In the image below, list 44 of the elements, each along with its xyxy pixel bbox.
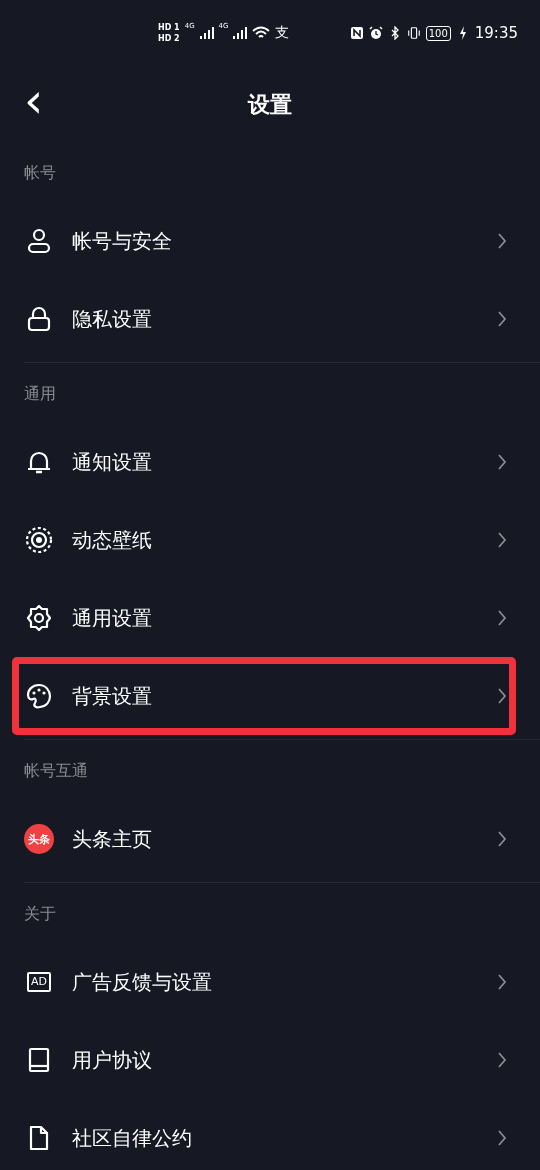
lock-icon — [25, 305, 53, 333]
settings-item[interactable]: AD 广告反馈与设置 — [12, 943, 516, 1021]
chevron-icon — [497, 233, 507, 249]
settings-icon — [25, 604, 53, 632]
vibrate-icon — [406, 26, 421, 40]
chevron-icon — [497, 311, 507, 327]
sim-label: HD 1 — [158, 22, 180, 33]
chevron-icon — [497, 610, 507, 626]
settings-item[interactable]: 头条 头条主页 — [12, 800, 516, 878]
notification-icon: 支 — [275, 24, 290, 42]
settings-item[interactable]: 背景设置 — [12, 657, 516, 735]
chevron-icon — [497, 454, 507, 470]
sim-label: HD 2 — [158, 33, 180, 44]
settings-item[interactable]: 帐号与安全 — [12, 202, 516, 280]
settings-item[interactable]: 动态壁纸 — [12, 501, 516, 579]
app-logo-icon: 头条 — [24, 824, 54, 854]
settings-item[interactable]: 通知设置 — [12, 423, 516, 501]
battery-level: 100 — [425, 25, 451, 41]
page-title: 设置 — [248, 91, 292, 119]
section-label: 通用 — [24, 383, 57, 405]
settings-item[interactable]: 隐私设置 — [12, 280, 516, 358]
section-label: 帐号互通 — [24, 760, 89, 782]
chevron-icon — [497, 974, 507, 990]
wallpaper-icon — [25, 526, 53, 554]
signal-icon — [233, 27, 248, 39]
clock-time: 19:35 — [474, 24, 518, 42]
chevron-icon — [497, 688, 507, 704]
section-label: 关于 — [24, 903, 57, 925]
chevron-icon — [497, 532, 507, 548]
ad-icon: AD — [27, 972, 51, 992]
back-button[interactable]: ‹ — [18, 74, 50, 126]
settings-item[interactable]: 社区自律公约 — [12, 1099, 516, 1170]
nfc-icon — [349, 26, 364, 40]
wifi-icon — [252, 26, 271, 40]
person-icon — [25, 227, 53, 255]
chevron-icon — [497, 1052, 507, 1068]
section-label: 帐号 — [24, 162, 57, 184]
settings-item[interactable]: 通用设置 — [12, 579, 516, 657]
chevron-icon — [497, 831, 507, 847]
settings-item[interactable]: 用户协议 — [12, 1021, 516, 1099]
alarm-icon — [368, 26, 383, 40]
chevron-icon — [497, 1130, 507, 1146]
palette-icon — [25, 682, 53, 710]
signal-icon — [199, 27, 214, 39]
